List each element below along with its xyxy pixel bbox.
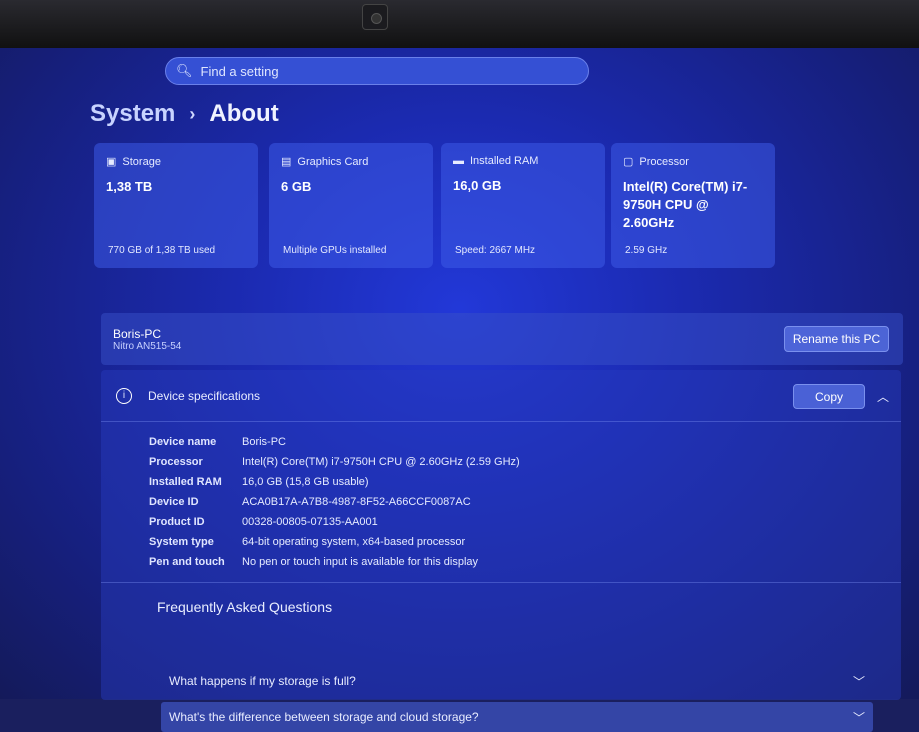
breadcrumb: System › About — [90, 100, 279, 128]
chevron-up-icon[interactable]: ︿ — [877, 388, 889, 405]
copy-button[interactable]: Copy — [793, 384, 865, 409]
spec-row: Pen and touch No pen or touch input is av… — [149, 556, 479, 568]
storage-icon: ▣ — [106, 156, 117, 168]
search-input[interactable]: 🔍︎ Find a setting — [165, 57, 589, 85]
card-value: 16,0 GB — [453, 178, 502, 193]
faq-item[interactable]: What's the difference between storage an… — [161, 702, 873, 732]
spec-row: Processor Intel(R) Core(TM) i7-9750H CPU … — [149, 456, 520, 468]
ram-icon: ▬ — [453, 155, 464, 167]
faq-item[interactable]: What happens if my storage is full? ﹀ — [161, 666, 873, 696]
spec-row: Device ID ACA0B17A-A7B8-4987-8F52-A66CCF0… — [149, 496, 471, 508]
breadcrumb-system[interactable]: System — [90, 100, 175, 128]
card-label: Processor — [639, 155, 689, 168]
pc-name: Boris-PC — [113, 327, 162, 341]
spec-row: Product ID 00328-00805-07135-AA001 — [149, 516, 378, 528]
device-specifications-panel: i Device specifications Copy ︿ Device na… — [101, 370, 901, 732]
gpu-icon: ▤ — [281, 156, 292, 168]
spec-row: System type 64-bit operating system, x64-… — [149, 536, 466, 548]
page-title: About — [209, 100, 279, 127]
card-label: Storage — [122, 155, 161, 168]
card-value: 1,38 TB — [106, 179, 153, 194]
chevron-right-icon: › — [189, 103, 196, 124]
webcam — [362, 4, 388, 30]
card-value: Intel(R) Core(TM) i7-9750H CPU @ 2.60GHz — [623, 179, 748, 230]
ram-card[interactable]: ▬ Installed RAM 16,0 GB Speed: 2667 MHz — [441, 143, 605, 268]
graphics-card[interactable]: ▤ Graphics Card 6 GB Multiple GPUs instal… — [269, 143, 433, 268]
spec-list: Device name Boris-PC Processor Intel(R) Co… — [101, 422, 901, 572]
card-label: Installed RAM — [470, 155, 539, 167]
spec-row: Device name Boris-PC — [149, 436, 287, 448]
laptop-bezel — [0, 0, 919, 48]
storage-card[interactable]: ▣ Storage 1,38 TB 770 GB of 1,38 TB used — [94, 143, 258, 268]
pc-name-bar: Boris-PC Nitro AN515-54 Rename this PC — [101, 313, 903, 365]
chevron-down-icon: ﹀ — [852, 674, 865, 689]
processor-card[interactable]: ▢ Processor Intel(R) Core(TM) i7-9750H CP… — [611, 143, 775, 268]
device-specifications-header[interactable]: i Device specifications Copy ︿ — [101, 370, 901, 422]
pc-model: Nitro AN515-54 — [113, 341, 182, 352]
card-value: 6 GB — [281, 179, 312, 194]
card-sub: 770 GB of 1,38 TB used — [108, 245, 216, 256]
card-sub: Speed: 2667 MHz — [455, 245, 536, 256]
search-placeholder: Find a setting — [200, 63, 279, 79]
spec-row: Installed RAM 16,0 GB (15,8 GB usable) — [149, 476, 369, 488]
card-sub: Multiple GPUs installed — [283, 245, 387, 256]
section-title: Device specifications — [148, 388, 261, 403]
info-icon: i — [116, 387, 132, 404]
faq-title: Frequently Asked Questions — [157, 599, 333, 615]
rename-pc-button[interactable]: Rename this PC — [784, 326, 889, 352]
processor-icon: ▢ — [623, 156, 634, 168]
settings-window: 🔍︎ Find a setting System › About ▣ Storage… — [0, 48, 919, 732]
chevron-down-icon: ﹀ — [852, 710, 865, 725]
search-icon: 🔍︎ — [176, 63, 193, 78]
card-sub: 2.59 GHz — [625, 245, 668, 256]
card-label: Graphics Card — [297, 155, 369, 168]
